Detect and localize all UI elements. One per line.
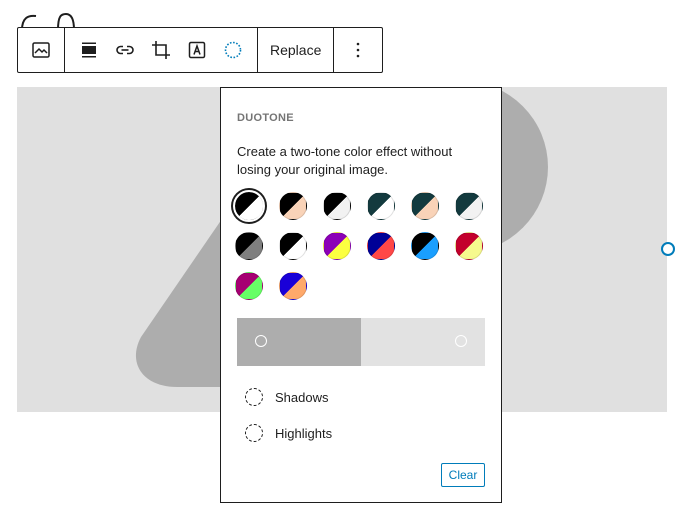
more-options-button[interactable] xyxy=(334,28,382,72)
duotone-swatch[interactable] xyxy=(233,190,265,222)
shadow-handle[interactable] xyxy=(255,335,267,347)
shadows-color-icon xyxy=(245,388,263,406)
replace-button[interactable]: Replace xyxy=(258,28,333,72)
shadows-option[interactable]: Shadows xyxy=(245,388,328,406)
duotone-swatch[interactable] xyxy=(455,192,483,220)
duotone-popover: DUOTONE Create a two-tone color effect w… xyxy=(220,87,502,503)
duotone-swatch[interactable] xyxy=(367,232,395,260)
block-toolbar: Replace xyxy=(17,27,384,73)
shadows-label: Shadows xyxy=(275,389,329,405)
duotone-swatch[interactable] xyxy=(323,192,351,220)
duotone-swatch[interactable] xyxy=(367,192,395,220)
duotone-swatch[interactable] xyxy=(279,272,307,300)
link-button[interactable] xyxy=(107,28,143,72)
image-block-button[interactable] xyxy=(18,28,64,72)
duotone-swatch[interactable] xyxy=(235,232,263,260)
crop-icon xyxy=(152,41,170,59)
replace-group: Replace xyxy=(258,28,335,72)
align-icon xyxy=(82,42,96,58)
duotone-button[interactable] xyxy=(215,28,251,72)
more-options-icon xyxy=(357,42,360,58)
duotone-title: DUOTONE xyxy=(237,112,294,124)
image-icon xyxy=(32,42,50,58)
align-button[interactable] xyxy=(71,28,107,72)
duotone-swatch[interactable] xyxy=(411,192,439,220)
duotone-swatch[interactable] xyxy=(235,272,263,300)
more-group xyxy=(334,28,382,72)
crop-button[interactable] xyxy=(143,28,179,72)
duotone-swatch[interactable] xyxy=(455,232,483,260)
resize-handle[interactable] xyxy=(661,242,675,256)
text-overlay-button[interactable] xyxy=(179,28,215,72)
tools-group xyxy=(65,28,258,72)
duotone-description: Create a two-tone color effect without l… xyxy=(237,144,453,177)
link-icon xyxy=(116,45,134,55)
block-type-group xyxy=(18,28,65,72)
highlights-option[interactable]: Highlights xyxy=(245,424,332,442)
clear-button[interactable]: Clear xyxy=(441,463,485,487)
text-overlay-icon xyxy=(188,41,206,59)
duotone-swatch[interactable] xyxy=(279,232,307,260)
duotone-filter-icon xyxy=(224,41,242,59)
duotone-presets xyxy=(233,190,487,300)
duotone-swatch[interactable] xyxy=(279,192,307,220)
duotone-swatch[interactable] xyxy=(411,232,439,260)
duotone-preview-bar xyxy=(237,318,485,366)
highlight-handle[interactable] xyxy=(455,335,467,347)
highlights-label: Highlights xyxy=(275,425,333,441)
highlights-color-icon xyxy=(245,424,263,442)
duotone-swatch[interactable] xyxy=(323,232,351,260)
